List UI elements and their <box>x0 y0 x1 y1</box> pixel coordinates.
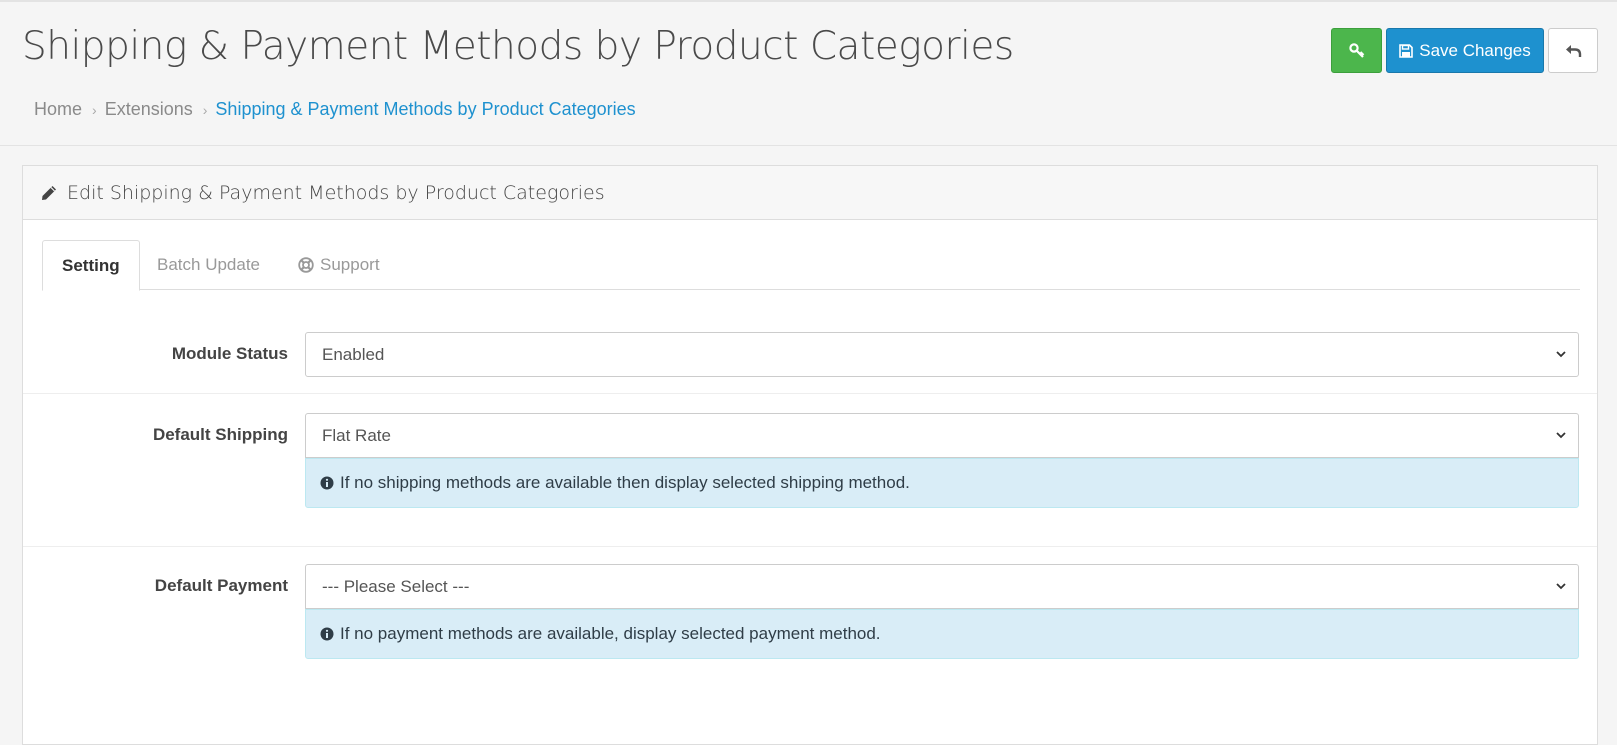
tab-setting-label: Setting <box>62 255 120 275</box>
info-circle-icon <box>320 627 334 641</box>
page-title: Shipping & Payment Methods by Product Ca… <box>22 24 1014 69</box>
chevron-down-icon <box>1556 432 1566 439</box>
shipping-help-text: If no shipping methods are available the… <box>340 473 910 492</box>
page-header: Shipping & Payment Methods by Product Ca… <box>0 0 1617 146</box>
default-shipping-value: Flat Rate <box>322 425 391 445</box>
license-key-button[interactable] <box>1331 28 1382 73</box>
pencil-icon <box>42 185 56 200</box>
default-payment-select[interactable]: --- Please Select --- <box>305 564 1579 609</box>
tab-setting[interactable]: Setting <box>42 240 140 291</box>
payment-help-text: If no payment methods are available, dis… <box>340 624 881 643</box>
tab-bar: Setting Batch Update Support <box>42 240 1580 291</box>
tab-batch-update[interactable]: Batch Update <box>138 240 279 290</box>
payment-info-alert: If no payment methods are available, dis… <box>305 609 1579 659</box>
panel-heading: Edit Shipping & Payment Methods by Produ… <box>23 166 1597 220</box>
panel-title: Edit Shipping & Payment Methods by Produ… <box>67 181 605 204</box>
tab-batch-update-label: Batch Update <box>157 255 261 274</box>
module-status-label: Module Status <box>171 344 288 363</box>
breadcrumb-current[interactable]: Shipping & Payment Methods by Product Ca… <box>215 99 635 120</box>
tab-support-label: Support <box>320 255 380 274</box>
chevron-down-icon <box>1556 583 1566 590</box>
breadcrumb-home[interactable]: Home <box>34 99 82 120</box>
breadcrumb: Home › Extensions › Shipping & Payment M… <box>34 99 636 120</box>
key-icon <box>1348 42 1364 58</box>
default-payment-label: Default Payment <box>154 576 288 595</box>
chevron-down-icon <box>1556 351 1566 358</box>
default-payment-value: --- Please Select --- <box>322 576 470 596</box>
info-circle-icon <box>320 476 334 490</box>
shipping-info-alert: If no shipping methods are available the… <box>305 458 1579 508</box>
default-shipping-row <box>23 393 1597 394</box>
default-shipping-label: Default Shipping <box>152 425 288 444</box>
floppy-disk-icon <box>1399 43 1414 58</box>
save-changes-button[interactable]: Save Changes <box>1386 28 1544 73</box>
module-status-select[interactable]: Enabled <box>305 332 1579 377</box>
life-ring-icon <box>298 257 314 273</box>
back-button[interactable] <box>1548 28 1598 73</box>
default-payment-row <box>23 546 1597 547</box>
breadcrumb-separator: › <box>92 101 97 118</box>
tab-support[interactable]: Support <box>279 240 399 290</box>
edit-panel: Edit Shipping & Payment Methods by Produ… <box>22 165 1598 745</box>
breadcrumb-separator: › <box>202 101 208 118</box>
reply-icon <box>1565 44 1581 57</box>
default-shipping-select[interactable]: Flat Rate <box>305 413 1579 458</box>
breadcrumb-extensions[interactable]: Extensions <box>105 99 193 120</box>
save-changes-label: Save Changes <box>1419 40 1531 60</box>
module-status-value: Enabled <box>322 344 385 364</box>
